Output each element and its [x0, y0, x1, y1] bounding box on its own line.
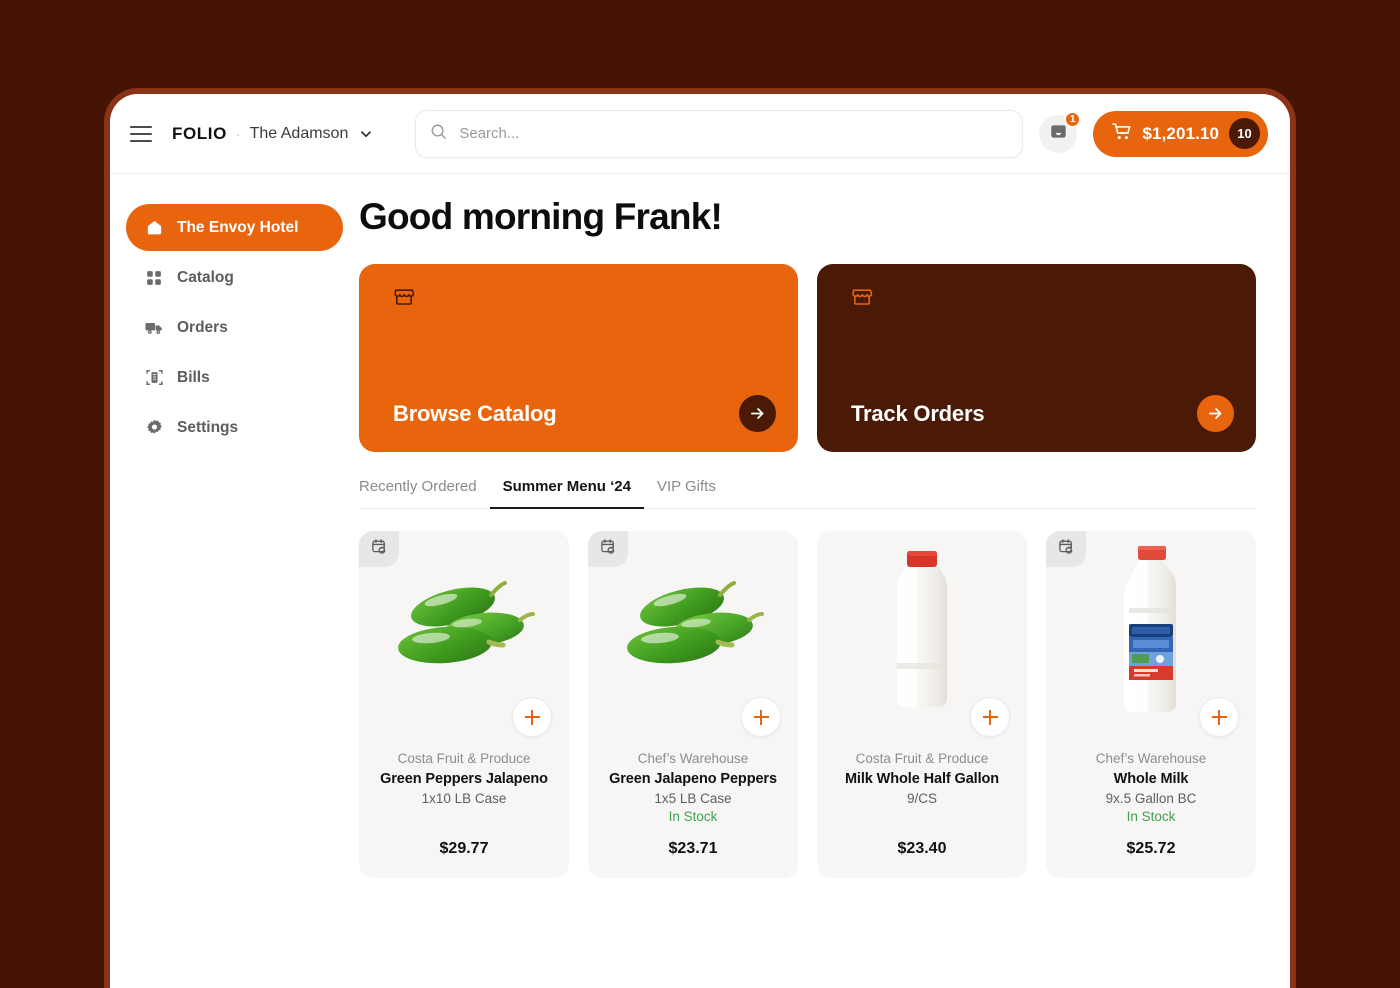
product-pack: 9x.5 Gallon BC: [1105, 791, 1197, 806]
shopping-cart-icon: [1111, 121, 1132, 147]
arrow-right-icon[interactable]: [739, 395, 776, 432]
reorder-badge: [359, 531, 399, 567]
calendar-refresh-icon: [1058, 538, 1075, 560]
product-card[interactable]: Chef’s Warehouse Green Jalapeno Peppers …: [588, 531, 798, 878]
product-info: Costa Fruit & Produce Milk Whole Half Ga…: [817, 727, 1027, 858]
product-card[interactable]: Chef’s Warehouse Whole Milk 9x.5 Gallon …: [1046, 531, 1256, 878]
add-to-cart-button[interactable]: [970, 697, 1010, 737]
product-info: Chef’s Warehouse Green Jalapeno Peppers …: [588, 727, 798, 858]
hero-card-row: Browse Catalog Track Orders: [359, 264, 1256, 452]
product-stock-status: In Stock: [668, 809, 718, 824]
storefront-icon: [393, 286, 776, 313]
brand-group: FOLIO · The Adamson: [172, 124, 373, 144]
milk-jug-plain-image: [817, 531, 1027, 737]
body: The Envoy Hotel Catalog Orders Bills Set…: [110, 174, 1290, 988]
sidebar-item-the-envoy-hotel[interactable]: The Envoy Hotel: [126, 204, 343, 251]
sidebar-item-label: The Envoy Hotel: [177, 218, 299, 236]
tab-recently-ordered[interactable]: Recently Ordered: [359, 478, 490, 508]
product-name: Whole Milk: [1113, 771, 1189, 787]
calendar-refresh-icon: [371, 538, 388, 560]
product-vendor: Chef’s Warehouse: [1095, 751, 1207, 766]
home-icon: [144, 218, 164, 238]
main-content: Good morning Frank! Browse Catalog Track…: [359, 174, 1290, 988]
product-vendor: Costa Fruit & Produce: [855, 751, 989, 766]
add-to-cart-button[interactable]: [1199, 697, 1239, 737]
grid-icon: [144, 268, 164, 288]
brand-logo: FOLIO: [172, 123, 227, 143]
sidebar-item-settings[interactable]: Settings: [126, 404, 343, 451]
add-to-cart-button[interactable]: [512, 697, 552, 737]
browse-catalog-card[interactable]: Browse Catalog: [359, 264, 798, 452]
product-name: Green Peppers Jalapeno: [380, 771, 548, 787]
inbox-button[interactable]: 1: [1039, 110, 1082, 153]
product-price: $23.71: [668, 840, 718, 857]
hero-card-title: Track Orders: [851, 400, 985, 426]
reorder-badge: [1046, 531, 1086, 567]
top-bar: FOLIO · The Adamson Search... 1 $1,201.1…: [110, 94, 1290, 174]
product-stock-status: In Stock: [1126, 809, 1176, 824]
tab-summer-menu-24[interactable]: Summer Menu ‘24: [489, 478, 645, 509]
search-box[interactable]: [415, 109, 1024, 158]
sidebar-item-bills[interactable]: Bills: [126, 354, 343, 401]
account-name: The Adamson: [249, 124, 349, 142]
storefront-icon: [851, 286, 1234, 313]
product-info: Costa Fruit & Produce Green Peppers Jala…: [359, 727, 569, 858]
tab-vip-gifts[interactable]: VIP Gifts: [644, 478, 729, 508]
search-container: [415, 109, 1024, 158]
product-name: Green Jalapeno Peppers: [609, 771, 777, 787]
search-icon: [430, 123, 447, 145]
sidebar-item-label: Settings: [177, 418, 239, 436]
sidebar-item-orders[interactable]: Orders: [126, 304, 343, 351]
hero-card-footer: Browse Catalog: [393, 395, 776, 432]
sidebar-item-catalog[interactable]: Catalog: [126, 254, 343, 301]
inbox-badge: 1: [1063, 110, 1082, 128]
sidebar-item-label: Orders: [177, 318, 228, 336]
page-title: Good morning Frank!: [359, 196, 723, 237]
topbar-actions: 1 $1,201.10 10: [1039, 110, 1268, 157]
product-price: $23.40: [897, 840, 947, 857]
product-pack: 9/CS: [906, 791, 937, 806]
brand-separator: ·: [235, 125, 241, 142]
add-to-cart-button[interactable]: [741, 697, 781, 737]
calendar-refresh-icon: [600, 538, 617, 560]
arrow-right-icon[interactable]: [1197, 395, 1234, 432]
hero-card-footer: Track Orders: [851, 395, 1234, 432]
product-price: $29.77: [439, 840, 489, 857]
product-stock-status: [371, 809, 557, 826]
reorder-badge: [588, 531, 628, 567]
app-window: FOLIO · The Adamson Search... 1 $1,201.1…: [104, 88, 1296, 988]
sidebar-item-label: Catalog: [177, 268, 234, 286]
truck-icon: [144, 318, 164, 338]
sidebar: The Envoy Hotel Catalog Orders Bills Set…: [110, 174, 359, 988]
product-card[interactable]: Costa Fruit & Produce Green Peppers Jala…: [359, 531, 569, 878]
hero-card-title: Browse Catalog: [393, 400, 557, 426]
hamburger-menu-icon[interactable]: [130, 122, 154, 146]
search-input[interactable]: [459, 110, 1009, 157]
product-vendor: Costa Fruit & Produce: [397, 751, 531, 766]
cart-item-count: 10: [1229, 118, 1260, 149]
tab-bar: Recently Ordered Summer Menu ‘24 VIP Gif…: [359, 478, 1256, 509]
cart-button[interactable]: $1,201.10 10: [1093, 110, 1268, 157]
product-name: Milk Whole Half Gallon: [844, 771, 1000, 787]
product-pack: 1x10 LB Case: [421, 791, 507, 806]
product-stock-status: [829, 809, 1015, 826]
sidebar-item-label: Bills: [177, 368, 210, 386]
chevron-down-icon[interactable]: [359, 127, 373, 141]
product-info: Chef’s Warehouse Whole Milk 9x.5 Gallon …: [1046, 727, 1256, 858]
product-price: $25.72: [1126, 840, 1176, 857]
cart-total: $1,201.10: [1142, 123, 1219, 143]
track-orders-card[interactable]: Track Orders: [817, 264, 1256, 452]
receipt-icon: [144, 368, 164, 388]
product-vendor: Chef’s Warehouse: [637, 751, 749, 766]
gear-icon: [144, 418, 164, 438]
product-grid: Costa Fruit & Produce Green Peppers Jala…: [359, 531, 1256, 878]
product-pack: 1x5 LB Case: [654, 791, 732, 806]
product-card[interactable]: Costa Fruit & Produce Milk Whole Half Ga…: [817, 531, 1027, 878]
